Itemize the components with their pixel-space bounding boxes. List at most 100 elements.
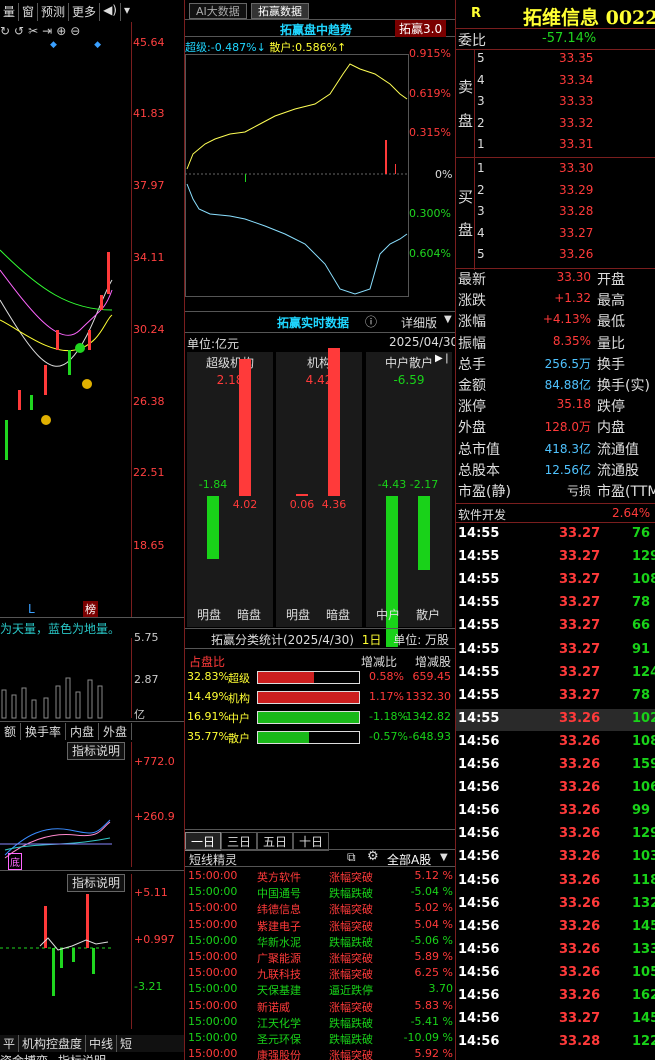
book-price[interactable]: 33.31	[559, 137, 593, 151]
toolbar-item[interactable]: 预测	[38, 3, 70, 21]
sprite-row[interactable]: 15:00:00 圣元环保 跌幅跌破 -10.09 %	[185, 1031, 455, 1047]
tick-row[interactable]: 14:56 33.26 162	[456, 988, 655, 1008]
chevron-down-icon[interactable]: ▼	[444, 314, 452, 325]
sprite-stock[interactable]: 华新水泥	[257, 934, 301, 950]
sprite-value: 3.70	[428, 982, 454, 996]
sprite-stock[interactable]: 纬德信息	[257, 901, 301, 917]
price-axis-label: 37.97	[133, 179, 165, 192]
tab-tuoying-data[interactable]: 拓赢数据	[251, 3, 309, 19]
speaker-icon[interactable]: ◀)	[100, 3, 121, 21]
toolbar-item[interactable]: 量	[0, 3, 20, 21]
sprite-row[interactable]: 15:00:00 华新水泥 跌幅跌破 -5.06 %	[185, 934, 455, 950]
tick-row[interactable]: 14:56 33.26 132	[456, 896, 655, 916]
tab-amount[interactable]: 额	[0, 723, 22, 740]
sprite-value: 5.02 %	[414, 901, 453, 915]
sprite-row[interactable]: 15:00:00 中国通号 跌幅跌破 -5.04 %	[185, 885, 455, 901]
tick-row[interactable]: 14:55 33.27 108	[456, 572, 655, 592]
trend-badge[interactable]: 拓赢3.0	[395, 20, 447, 37]
tick-time: 14:56	[458, 988, 500, 1003]
tick-row[interactable]: 14:56 33.26 103	[456, 849, 655, 869]
group-sub-label: 中户	[375, 608, 400, 622]
sprite-stock[interactable]: 新诺威	[257, 999, 290, 1015]
book-price[interactable]: 33.29	[559, 183, 593, 197]
book-price[interactable]: 33.35	[559, 51, 593, 65]
sprite-stock[interactable]: 紫建电子	[257, 918, 301, 934]
sprite-stock[interactable]: 中国通号	[257, 885, 301, 901]
tab-short[interactable]: 短	[117, 1035, 135, 1052]
chevron-down-icon[interactable]: ▾	[121, 3, 133, 21]
tick-row[interactable]: 14:55 33.27 129	[456, 549, 655, 569]
book-price[interactable]: 33.32	[559, 116, 593, 130]
class-name: 机构	[228, 692, 250, 705]
sprite-stock[interactable]: 圣元环保	[257, 1031, 301, 1047]
sprite-stock[interactable]: 英方软件	[257, 869, 301, 885]
drawing-tools[interactable]: ↻↺✂⇥⊕⊖	[0, 24, 84, 38]
sprite-row[interactable]: 15:00:00 九联科技 涨幅突破 6.25 %	[185, 966, 455, 982]
tab-outer[interactable]: 外盘	[99, 723, 133, 740]
book-price[interactable]: 33.34	[559, 73, 593, 87]
tab-ai-data[interactable]: AI大数据	[189, 3, 247, 19]
book-price[interactable]: 33.30	[559, 161, 593, 175]
sprite-row[interactable]: 15:00:00 康强股份 涨幅突破 5.92 %	[185, 1047, 455, 1060]
info-icon[interactable]: ⓘ	[365, 313, 377, 330]
sprite-filter-dropdown[interactable]: 全部A股	[387, 851, 431, 868]
tab-indicator-help[interactable]: 指标说明	[58, 1052, 106, 1060]
tick-row[interactable]: 14:55 33.27 66	[456, 618, 655, 638]
sprite-row[interactable]: 15:00:00 广聚能源 涨幅突破 5.89 %	[185, 950, 455, 966]
tab-midline[interactable]: 中线	[86, 1035, 118, 1052]
sprite-stock[interactable]: 九联科技	[257, 966, 301, 982]
sprite-row[interactable]: 15:00:00 江天化学 跌幅跌破 -5.41 %	[185, 1015, 455, 1031]
tab-turnover[interactable]: 换手率	[21, 723, 67, 740]
rank-badge[interactable]: 榜	[83, 601, 98, 617]
tick-row[interactable]: 14:56 33.26 159	[456, 757, 655, 777]
book-price[interactable]: 33.33	[559, 94, 593, 108]
classify-days[interactable]: 1日	[362, 633, 382, 647]
tick-row[interactable]: 14:56 33.26 145	[456, 919, 655, 939]
sprite-row[interactable]: 15:00:00 英方软件 涨幅突破 5.12 %	[185, 869, 455, 885]
tick-row[interactable]: 14:56 33.26 108	[456, 734, 655, 754]
tick-row[interactable]: 14:56 33.26 105	[456, 965, 655, 985]
sprite-stock[interactable]: 江天化学	[257, 1015, 301, 1031]
tick-row[interactable]: 14:56 33.27 145	[456, 1011, 655, 1031]
tick-price: 33.26	[559, 803, 601, 819]
classify-row: 16.91% 中户 -1.18% -1342.82	[185, 710, 455, 726]
tick-row[interactable]: 14:55 33.27 91	[456, 642, 655, 662]
toolbar-item[interactable]: 更多	[69, 3, 101, 21]
tick-row[interactable]: 14:55 33.27 78	[456, 688, 655, 708]
tab-inner[interactable]: 内盘	[66, 723, 100, 740]
book-price[interactable]: 33.27	[559, 226, 593, 240]
tick-row[interactable]: 14:56 33.28 122	[456, 1034, 655, 1054]
tick-row[interactable]: 14:55 33.26 102	[456, 711, 655, 731]
sprite-row[interactable]: 15:00:00 纬德信息 涨幅突破 5.02 %	[185, 901, 455, 917]
export-icon[interactable]: ⧉	[347, 850, 356, 865]
tick-row[interactable]: 14:55 33.27 124	[456, 665, 655, 685]
stat-value: 256.5万	[544, 356, 591, 371]
gear-icon[interactable]: ⚙	[367, 849, 379, 864]
tick-row[interactable]: 14:56 33.26 106	[456, 780, 655, 800]
tick-row[interactable]: 14:56 33.26 129	[456, 826, 655, 846]
tick-row[interactable]: 14:56 33.26 99	[456, 803, 655, 823]
sector-name[interactable]: 软件开发	[458, 506, 506, 523]
stat-label-2: 换手	[597, 356, 625, 373]
sprite-stock[interactable]: 天保基建	[257, 982, 301, 998]
book-price[interactable]: 33.28	[559, 204, 593, 218]
tick-row[interactable]: 14:55 33.27 76	[456, 526, 655, 546]
book-price[interactable]: 33.26	[559, 247, 593, 261]
sprite-stock[interactable]: 广聚能源	[257, 950, 301, 966]
tick-row[interactable]: 14:56 33.26 133	[456, 942, 655, 962]
sprite-row[interactable]: 15:00:00 新诺威 涨幅突破 5.83 %	[185, 999, 455, 1015]
tick-row[interactable]: 14:56 33.26 118	[456, 873, 655, 893]
tab-flat[interactable]: 平	[0, 1035, 20, 1052]
tab-fund-game[interactable]: 资金博弈	[0, 1052, 48, 1060]
chevron-down-icon[interactable]: ▼	[440, 852, 448, 863]
sprite-event: 涨幅突破	[329, 1000, 373, 1014]
tab-inst-control[interactable]: 机构控盘度	[19, 1035, 87, 1052]
toolbar-item[interactable]: 窗	[19, 3, 39, 21]
tick-row[interactable]: 14:55 33.27 78	[456, 595, 655, 615]
sprite-row[interactable]: 15:00:00 紫建电子 涨幅突破 5.04 %	[185, 918, 455, 934]
indicator-help-button[interactable]: 指标说明	[67, 742, 126, 760]
sprite-row[interactable]: 15:00:00 天保基建 逼近跌停 3.70	[185, 982, 455, 998]
detail-version-dropdown[interactable]: 详细版	[401, 314, 437, 331]
sprite-stock[interactable]: 康强股份	[257, 1047, 301, 1060]
play-icon[interactable]: ▶❘	[435, 353, 451, 364]
